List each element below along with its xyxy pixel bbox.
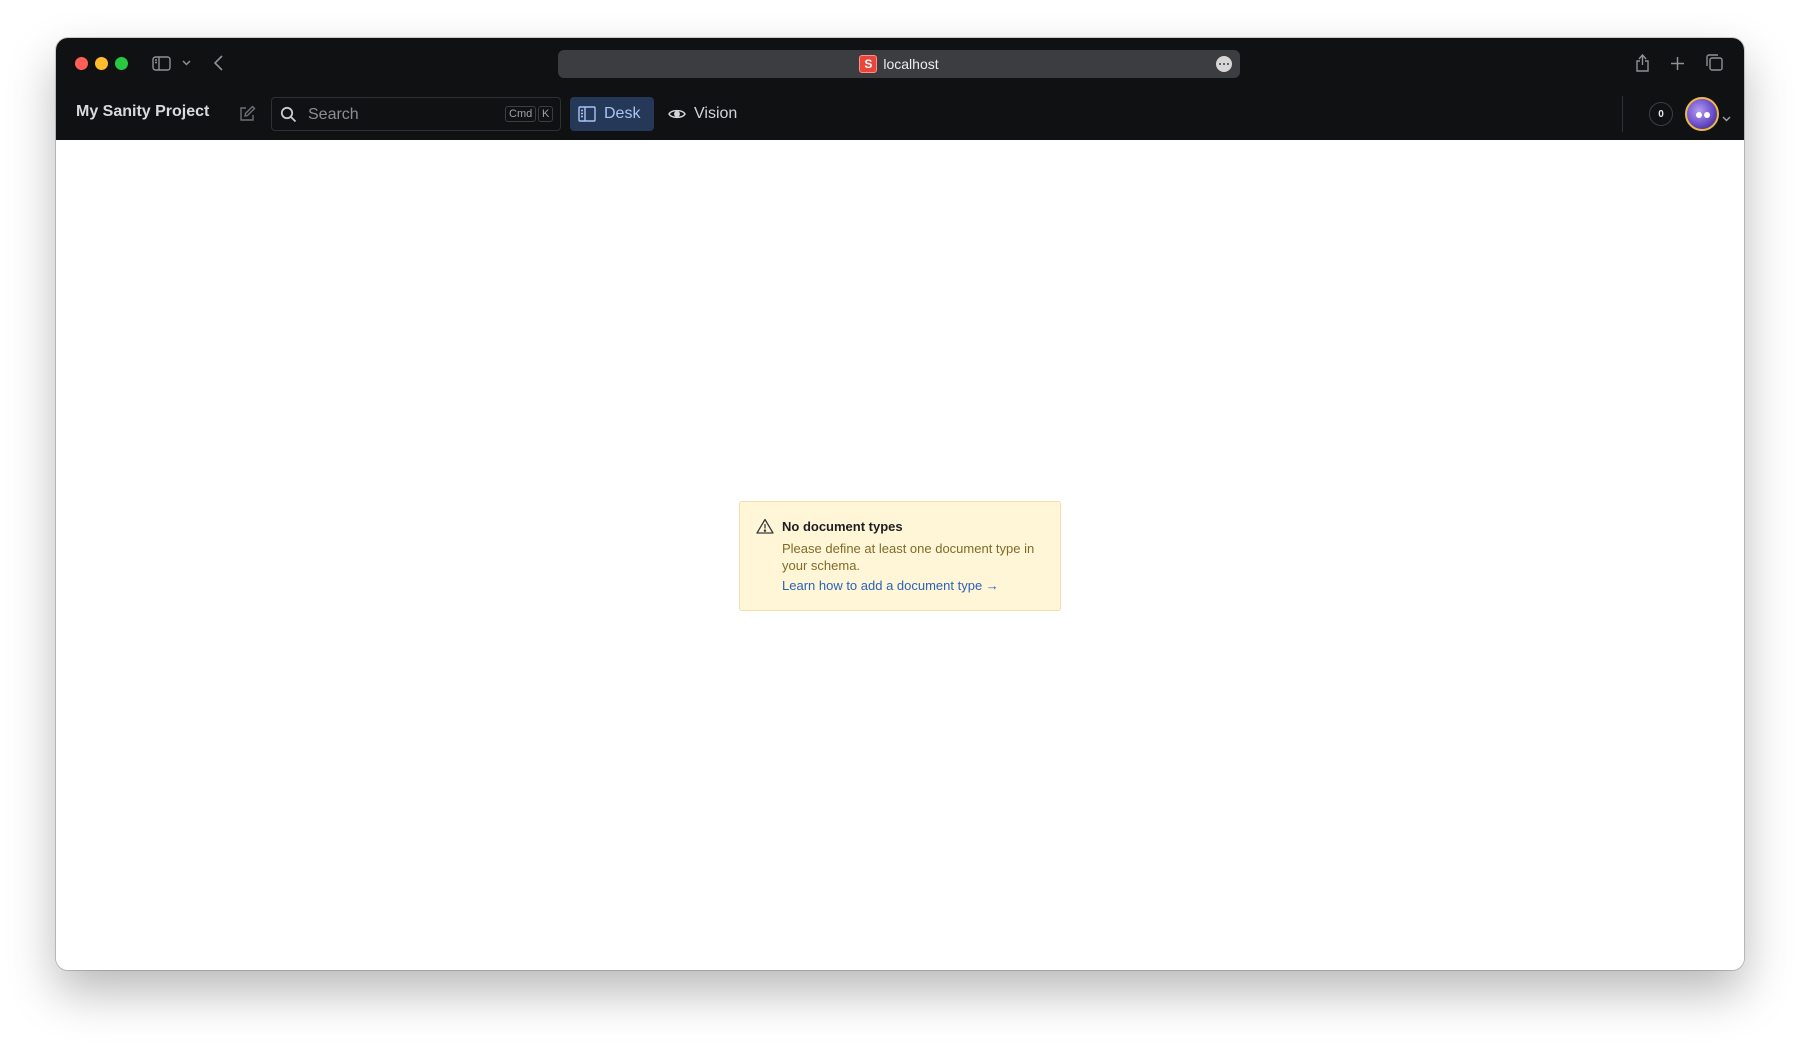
close-window-button[interactable] <box>75 57 88 70</box>
browser-window: S localhost My Sanity Project Search Cmd… <box>56 38 1744 970</box>
user-avatar[interactable] <box>1685 97 1719 131</box>
minimize-window-button[interactable] <box>95 57 108 70</box>
new-tab-icon[interactable] <box>1667 53 1687 73</box>
notice-body: Please define at least one document type… <box>782 541 1035 573</box>
project-title[interactable]: My Sanity Project <box>76 103 209 121</box>
notice-title: No document types <box>782 519 903 534</box>
presence-counter[interactable]: 0 <box>1649 102 1673 126</box>
tool-desk[interactable]: Desk <box>570 97 654 131</box>
more-options-icon[interactable] <box>1216 56 1232 72</box>
shortcut-cmd-key: Cmd <box>505 106 537 122</box>
screen: S localhost My Sanity Project Search Cmd… <box>0 0 1800 1044</box>
studio-navbar: My Sanity Project Cmd K <box>56 88 1744 140</box>
back-icon[interactable] <box>211 53 225 73</box>
tab-overview-icon[interactable] <box>1704 52 1724 72</box>
learn-more-link[interactable]: Learn how to add a document type → <box>782 578 999 593</box>
share-icon[interactable] <box>1632 51 1652 73</box>
tool-vision-label: Vision <box>694 105 738 122</box>
tool-desk-label: Desk <box>604 105 641 122</box>
site-favicon: S <box>859 55 878 73</box>
main-content: No document types Please define at least… <box>56 140 1744 970</box>
url-text: localhost <box>883 56 939 72</box>
sidebar-toggle-icon[interactable] <box>150 53 172 73</box>
search-field[interactable]: Cmd K <box>271 97 561 131</box>
warning-icon <box>756 518 774 539</box>
zoom-window-button[interactable] <box>115 57 128 70</box>
shortcut-k-key: K <box>538 106 554 122</box>
search-icon <box>280 106 297 128</box>
chevron-down-icon[interactable] <box>180 56 192 70</box>
chevron-down-icon[interactable] <box>1722 109 1731 127</box>
browser-toolbar: S localhost <box>56 38 1744 88</box>
search-input[interactable] <box>306 104 480 126</box>
compose-icon[interactable] <box>235 102 259 126</box>
tool-vision[interactable]: Vision <box>660 97 746 131</box>
desk-icon <box>578 106 596 122</box>
warning-notice: No document types Please define at least… <box>739 501 1061 611</box>
navbar-divider <box>1622 96 1623 132</box>
eye-icon <box>668 107 686 121</box>
address-bar[interactable]: S localhost <box>558 50 1240 78</box>
